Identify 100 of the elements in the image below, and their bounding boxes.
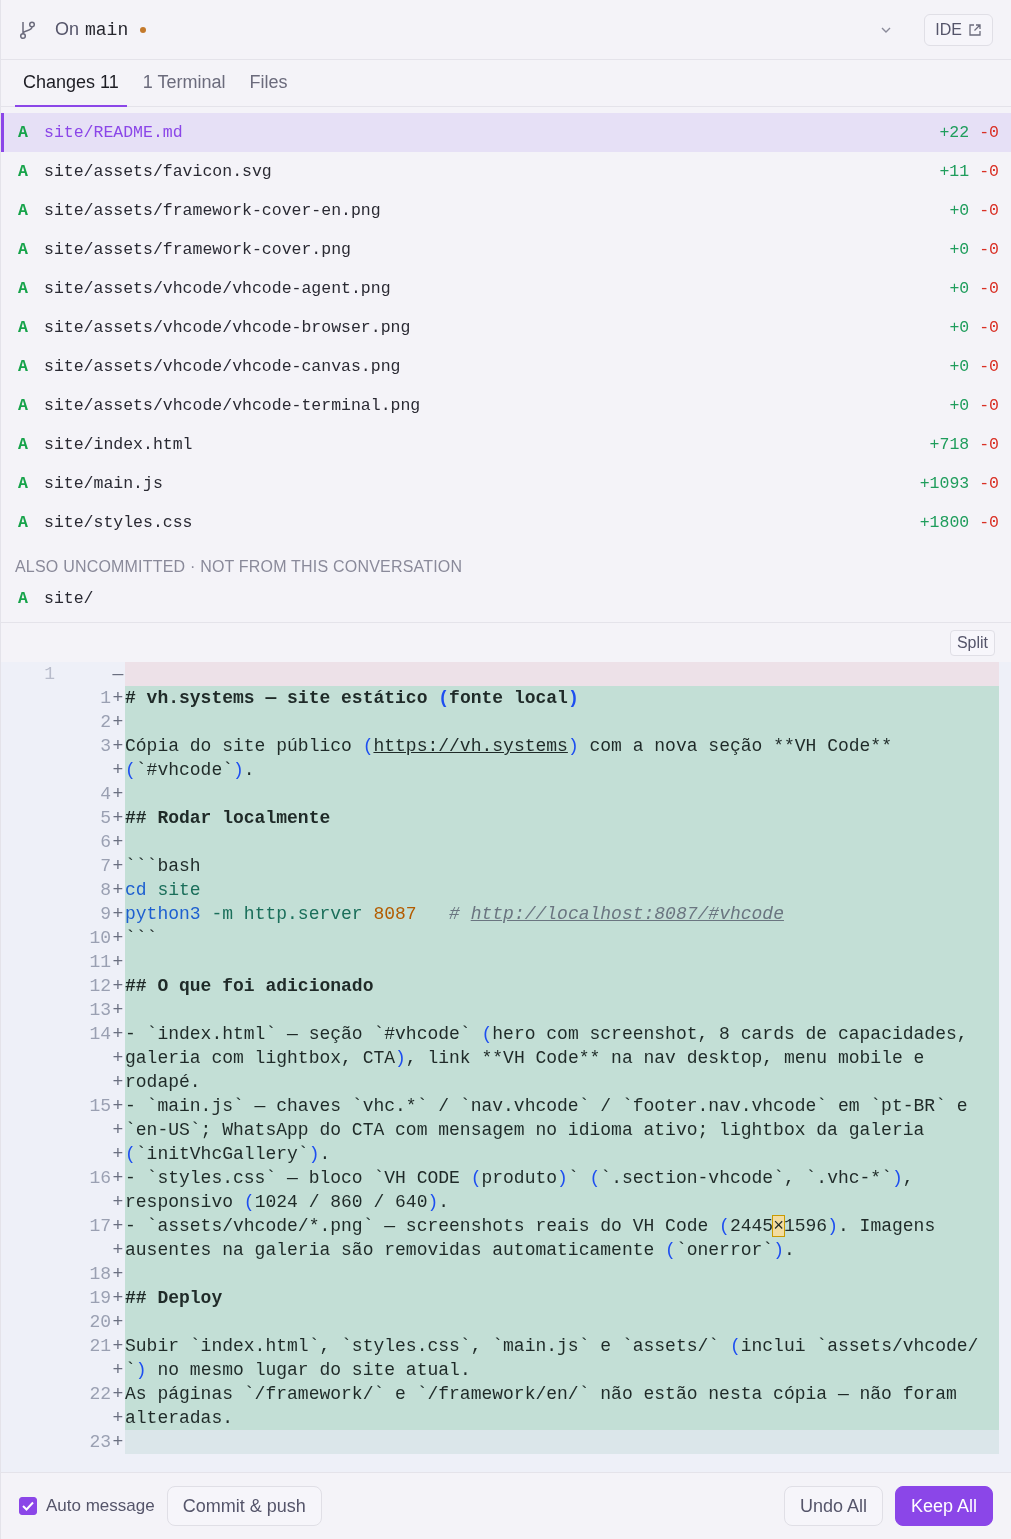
undo-all-button[interactable]: Undo All [783, 1486, 883, 1526]
file-path: site/assets/framework-cover.png [44, 240, 352, 259]
file-row[interactable]: A site/assets/favicon.svg +11 -0 [1, 152, 1011, 191]
added-count: +0 [949, 279, 970, 298]
status-letter: A [18, 279, 29, 298]
file-row[interactable]: A site/index.html +718 -0 [1, 425, 1011, 464]
tab[interactable]: Files [241, 60, 296, 107]
line-number: 1 [100, 688, 111, 708]
file-path: site/assets/framework-cover-en.png [44, 201, 382, 220]
diff-marker: + [111, 1215, 125, 1238]
status-letter: A [18, 435, 29, 454]
status-letter: A [18, 318, 29, 337]
added-count: +22 [939, 123, 970, 142]
added-count: +0 [949, 396, 970, 415]
file-row[interactable]: A site/README.md +22 -0 [1, 113, 1011, 152]
tab[interactable]: 1 Terminal [134, 60, 234, 107]
line-number: 13 [89, 1000, 111, 1020]
added-count: +0 [949, 357, 970, 376]
diff-marker: + [111, 1047, 125, 1070]
file-path: site/assets/vhcode/vhcode-browser.png [44, 318, 412, 337]
line-number: 17 [89, 1216, 111, 1236]
diff-marker: + [111, 975, 125, 998]
file-row[interactable]: A site/assets/vhcode/vhcode-canvas.png +0 -0 [1, 347, 1011, 386]
status-letter: A [18, 162, 29, 181]
file-path: site/main.js [44, 474, 164, 493]
status-letter: A [18, 396, 29, 415]
branch-label: On main [55, 19, 147, 40]
removed-count: -0 [979, 474, 999, 493]
file-row[interactable]: A site/ [1, 584, 1011, 612]
diff-marker: + [111, 831, 125, 854]
added-count: +0 [949, 201, 970, 220]
removed-count: -0 [979, 513, 999, 532]
diff-marker: + [111, 1311, 125, 1334]
line-number: 15 [89, 1096, 111, 1116]
split-button[interactable]: Split [949, 629, 995, 656]
status-letter: A [18, 357, 29, 376]
file-row[interactable]: A site/assets/vhcode/vhcode-agent.png +0 -0 [1, 269, 1011, 308]
removed-count: -0 [979, 162, 999, 181]
line-number: 8 [100, 880, 111, 900]
removed-count: -0 [979, 279, 999, 298]
commit-push-button[interactable]: Commit & push [166, 1486, 322, 1526]
line-number: 11 [89, 952, 111, 972]
file-row[interactable]: A site/assets/vhcode/vhcode-terminal.png +0 -0 [1, 386, 1011, 425]
removed-count: -0 [979, 357, 999, 376]
diff-marker: + [111, 1143, 125, 1166]
file-path: site/index.html [44, 435, 194, 454]
added-count: +0 [949, 318, 970, 337]
diff-marker: + [111, 999, 125, 1022]
branch-icon [19, 19, 37, 40]
diff-marker: + [111, 783, 125, 806]
diff-marker: + [111, 711, 125, 734]
status-letter: A [18, 240, 29, 259]
added-count: +718 [929, 435, 970, 454]
removed-count: -0 [979, 435, 999, 454]
diff-marker: + [111, 1119, 125, 1142]
removed-count: -0 [979, 123, 999, 142]
line-number: 10 [89, 928, 111, 948]
line-number: 18 [89, 1264, 111, 1284]
status-letter: A [18, 513, 29, 532]
file-path: site/assets/vhcode/vhcode-agent.png [44, 279, 392, 298]
diff-marker: + [111, 1383, 125, 1406]
diff-marker: + [111, 735, 125, 758]
file-row[interactable]: A site/assets/framework-cover.png +0 -0 [1, 230, 1011, 269]
section-title: ALSO UNCOMMITTED · NOT FROM THIS CONVERSATION [14, 557, 464, 577]
tab[interactable]: Changes 11 [15, 60, 127, 107]
line-number: 6 [100, 832, 111, 852]
file-row[interactable]: A site/assets/framework-cover-en.png +0 -0 [1, 191, 1011, 230]
diff-marker: + [111, 855, 125, 878]
file-path: site/ [44, 588, 95, 608]
diff-marker: + [111, 1263, 125, 1286]
status-letter: A [18, 201, 29, 220]
diff-marker: + [111, 687, 125, 710]
chevron-down-icon[interactable] [880, 25, 893, 34]
status-letter: A [18, 474, 29, 493]
keep-all-button[interactable]: Keep All [894, 1486, 993, 1526]
removed-count: -0 [979, 240, 999, 259]
external-link-icon [968, 22, 982, 37]
diff-marker: + [111, 759, 125, 782]
diff-marker: — [111, 663, 125, 686]
line-number: 7 [100, 856, 111, 876]
added-count: +1093 [919, 474, 970, 493]
removed-count: -0 [979, 318, 999, 337]
diff-marker: + [111, 1239, 125, 1262]
file-row[interactable]: A site/styles.css +1800 -0 [1, 503, 1011, 542]
diff-marker: + [111, 1167, 125, 1190]
ide-button[interactable]: IDE [924, 13, 993, 46]
line-number: 19 [89, 1288, 111, 1308]
line-number: 22 [89, 1384, 111, 1404]
file-row[interactable]: A site/main.js +1093 -0 [1, 464, 1011, 503]
line-number: 20 [89, 1312, 111, 1332]
line-number: 4 [100, 784, 111, 804]
line-number: 5 [100, 808, 111, 828]
diff-marker: + [111, 1191, 125, 1214]
file-row[interactable]: A site/assets/vhcode/vhcode-browser.png +0 -0 [1, 308, 1011, 347]
auto-message-checkbox[interactable]: Auto message [19, 1496, 155, 1516]
diff-marker: + [111, 1023, 125, 1046]
diff-marker: + [111, 1071, 125, 1094]
diff-marker: + [111, 1335, 125, 1358]
file-path: site/assets/favicon.svg [44, 162, 273, 181]
diff-marker: + [111, 807, 125, 830]
